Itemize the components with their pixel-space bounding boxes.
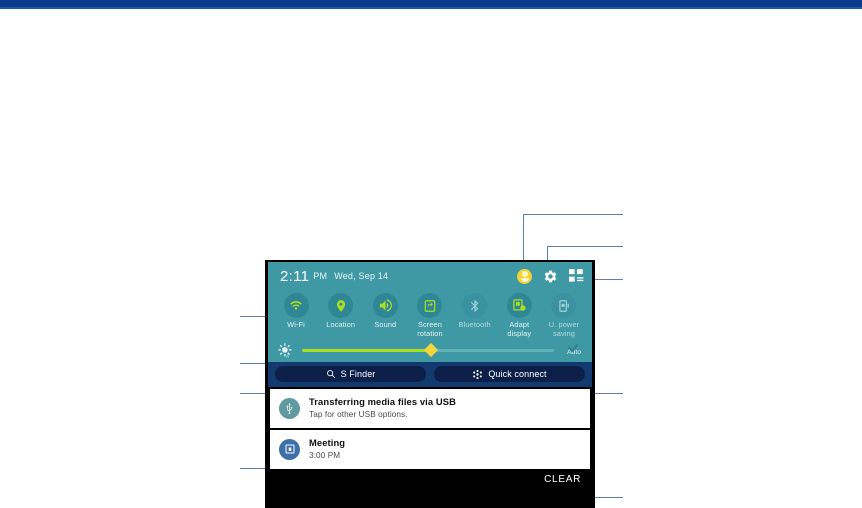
calendar-icon bbox=[279, 438, 300, 460]
quick-toggle-wifi[interactable]: Wi-Fi bbox=[274, 293, 318, 338]
screen-rotation-icon bbox=[417, 293, 443, 318]
quick-toggle-label: U. power saving bbox=[548, 320, 580, 338]
notification-text: Meeting 3:00 PM bbox=[309, 437, 345, 461]
notification-panel-inner: 2:11 PM Wed, Sep 14 Wi-Fi Location Sound… bbox=[268, 262, 592, 506]
quick-toggle-row: Wi-Fi Location Sound Screen rotation Blu… bbox=[268, 290, 592, 340]
ultra-power-saving-icon bbox=[551, 293, 577, 318]
quick-connect-icon bbox=[473, 369, 483, 379]
status-date: Wed, Sep 14 bbox=[334, 271, 389, 281]
gear-icon[interactable] bbox=[543, 269, 558, 284]
callout-line-clear bbox=[592, 497, 623, 498]
notification-title: Meeting bbox=[309, 437, 346, 448]
callout-line-brightness bbox=[240, 363, 268, 364]
notification-title: Transferring media files via USB bbox=[309, 396, 457, 407]
notification-subtitle: 3:00 PM bbox=[309, 450, 341, 460]
clear-row: CLEAR bbox=[268, 471, 592, 493]
brightness-row: A Auto bbox=[268, 340, 592, 362]
quick-toggle-sound[interactable]: Screen rotation Sound bbox=[363, 293, 407, 338]
notification-list: Transferring media files via USB Tap for… bbox=[268, 387, 592, 469]
notification-text: Transferring media files via USB Tap for… bbox=[309, 396, 456, 420]
callout-line-s-finder bbox=[240, 393, 268, 394]
quick-toggle-ultra-power-saving[interactable]: U. power saving bbox=[542, 293, 586, 338]
callout-line-quick-toggles bbox=[240, 316, 268, 317]
s-finder-label: S Finder bbox=[340, 369, 376, 379]
clear-button[interactable]: CLEAR bbox=[544, 474, 581, 485]
quick-toggle-adapt-display[interactable]: Adapt display bbox=[497, 293, 541, 338]
callout-line-notifications bbox=[240, 468, 268, 469]
quick-toggle-label: Adapt display bbox=[507, 320, 532, 338]
brightness-slider-fill bbox=[302, 348, 431, 352]
brightness-sun-icon: A bbox=[278, 342, 293, 358]
quick-toggle-label-sound: Sound bbox=[374, 320, 397, 329]
notification-subtitle: Tap for other USB options. bbox=[309, 409, 408, 419]
brightness-auto-toggle[interactable]: Auto bbox=[563, 341, 585, 359]
notification-item-meeting[interactable]: Meeting 3:00 PM bbox=[270, 430, 590, 469]
brightness-slider[interactable] bbox=[302, 342, 554, 358]
status-clock: 2:11 bbox=[280, 267, 310, 285]
status-meridiem: PM bbox=[313, 271, 328, 281]
user-profile-icon[interactable] bbox=[517, 268, 532, 284]
status-icon-group bbox=[517, 268, 584, 284]
notification-panel: 2:11 PM Wed, Sep 14 Wi-Fi Location Sound… bbox=[265, 260, 595, 508]
callout-line-settings-gear-horizontal bbox=[547, 246, 623, 247]
top-brand-bar-underline bbox=[0, 7, 862, 9]
quick-toggle-bluetooth[interactable]: Bluetooth bbox=[453, 293, 497, 338]
quick-toggle-label: Bluetooth bbox=[458, 320, 491, 329]
status-bar: 2:11 PM Wed, Sep 14 bbox=[268, 262, 592, 290]
quick-toggle-label: Screen rotation bbox=[417, 320, 443, 338]
search-icon bbox=[326, 370, 335, 379]
edit-quick-settings-icon[interactable] bbox=[569, 269, 584, 283]
quick-connect-label: Quick connect bbox=[488, 369, 547, 379]
brightness-slider-handle[interactable] bbox=[423, 342, 438, 358]
quick-toggle-location[interactable]: Location bbox=[319, 293, 363, 338]
bluetooth-icon bbox=[462, 293, 488, 318]
quick-toggle-label: Wi-Fi bbox=[287, 320, 305, 329]
callout-line-user-profile-horizontal bbox=[523, 214, 623, 215]
sound-speaker-icon bbox=[372, 293, 398, 318]
action-button-row: S Finder Quick connect bbox=[268, 362, 592, 387]
quick-settings-area: 2:11 PM Wed, Sep 14 Wi-Fi Location Sound… bbox=[268, 262, 592, 362]
location-pin-icon bbox=[328, 293, 354, 318]
adapt-display-icon bbox=[506, 293, 532, 318]
svg-text:A: A bbox=[286, 353, 289, 358]
auto-brightness-label: Auto bbox=[567, 349, 581, 356]
s-finder-button[interactable]: S Finder bbox=[275, 366, 426, 382]
quick-toggle-label: Location bbox=[326, 320, 356, 329]
notification-item-usb[interactable]: Transferring media files via USB Tap for… bbox=[270, 389, 590, 428]
top-brand-bar bbox=[0, 0, 862, 7]
callout-line-quick-connect bbox=[592, 393, 623, 394]
wifi-icon bbox=[283, 293, 309, 318]
quick-connect-button[interactable]: Quick connect bbox=[434, 366, 585, 382]
usb-icon bbox=[279, 397, 300, 419]
quick-toggle-screen-rotation[interactable]: Screen rotation bbox=[408, 293, 452, 338]
